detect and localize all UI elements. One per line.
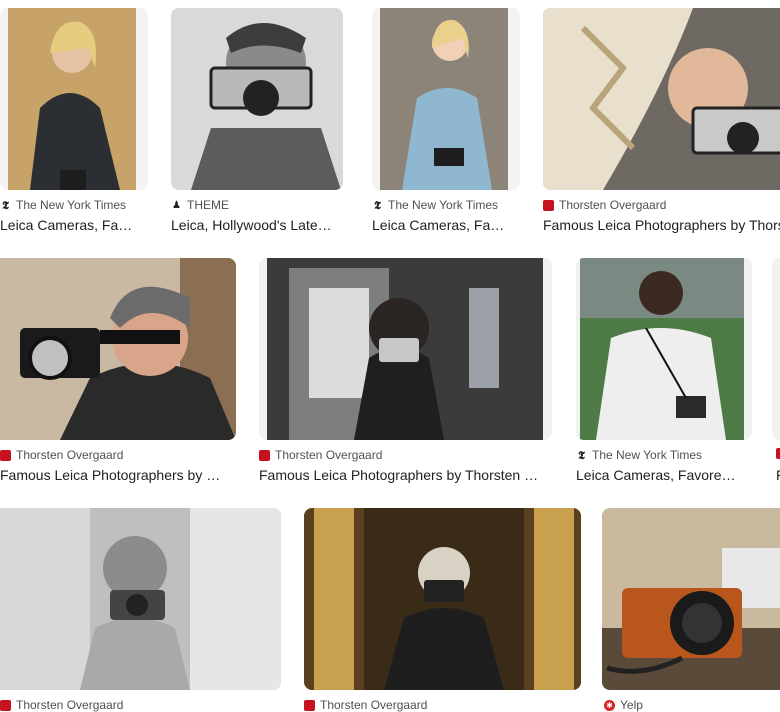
source-name: Thorsten Overgaard — [559, 198, 667, 212]
thumbnail-image — [0, 508, 281, 690]
result-thumbnail[interactable] — [602, 508, 780, 690]
thumbnail-image — [259, 258, 552, 440]
thumbnail-image — [304, 508, 581, 690]
overgaard-icon — [0, 449, 11, 461]
result-source[interactable]: 𝕿 The New York Times — [0, 198, 126, 212]
result-thumbnail[interactable] — [171, 8, 343, 190]
nyt-icon: 𝕿 — [2, 198, 9, 212]
result-thumbnail[interactable] — [576, 258, 752, 440]
result-thumbnail[interactable] — [304, 508, 581, 690]
thumbnail-image — [772, 258, 780, 440]
result-title[interactable]: Leica Cameras, Fa… — [372, 216, 520, 234]
nyt-icon: 𝕿 — [578, 448, 585, 462]
overgaard-icon — [776, 448, 780, 459]
source-name: The New York Times — [16, 198, 127, 212]
overgaard-icon — [0, 699, 11, 711]
result-title[interactable]: Leica, Hollywood's Late… — [171, 216, 343, 234]
thumbnail-image — [602, 508, 780, 690]
result-title[interactable]: Leica Cameras, Fa… — [0, 216, 148, 234]
overgaard-icon — [304, 699, 315, 711]
result-thumbnail[interactable] — [0, 508, 281, 690]
result-thumbnail[interactable] — [259, 258, 552, 440]
result-thumbnail[interactable] — [772, 258, 780, 440]
yelp-icon: ✱ — [604, 699, 615, 711]
thumbnail-image — [171, 8, 343, 190]
overgaard-icon — [543, 199, 554, 211]
result-source[interactable] — [776, 448, 780, 459]
overgaard-icon — [259, 449, 270, 461]
result-title[interactable]: Famous Leica Photographers by Thorsten — [543, 216, 780, 234]
source-name: The New York Times — [388, 198, 499, 212]
thumbnail-image — [543, 8, 780, 190]
source-name: The New York Times — [592, 448, 703, 462]
result-source[interactable]: Thorsten Overgaard — [543, 198, 666, 212]
result-thumbnail[interactable] — [543, 8, 780, 190]
result-source[interactable]: ♟ THEME — [171, 198, 229, 212]
nyt-icon: 𝕿 — [374, 198, 381, 212]
result-source[interactable]: 𝕿 The New York Times — [576, 448, 702, 462]
result-thumbnail[interactable] — [0, 8, 148, 190]
result-title[interactable]: Famous Leica Photographers by Thorsten … — [259, 466, 552, 484]
result-title[interactable]: F — [776, 466, 780, 484]
result-thumbnail[interactable] — [372, 8, 520, 190]
thumbnail-image — [576, 258, 752, 440]
result-source[interactable]: Thorsten Overgaard — [259, 448, 382, 462]
thumbnail-image — [0, 258, 236, 440]
source-name: Thorsten Overgaard — [275, 448, 383, 462]
thumbnail-image — [372, 8, 520, 190]
theme-icon: ♟ — [172, 199, 181, 211]
source-name: Thorsten Overgaard — [16, 448, 124, 462]
result-source[interactable]: Thorsten Overgaard — [0, 448, 123, 462]
thumbnail-image — [0, 8, 148, 190]
result-source[interactable]: 𝕿 The New York Times — [372, 198, 498, 212]
result-title[interactable]: Leica Cameras, Favore… — [576, 466, 752, 484]
source-name: THEME — [187, 198, 229, 212]
result-title[interactable]: Famous Leica Photographers by … — [0, 466, 236, 484]
result-thumbnail[interactable] — [0, 258, 236, 440]
